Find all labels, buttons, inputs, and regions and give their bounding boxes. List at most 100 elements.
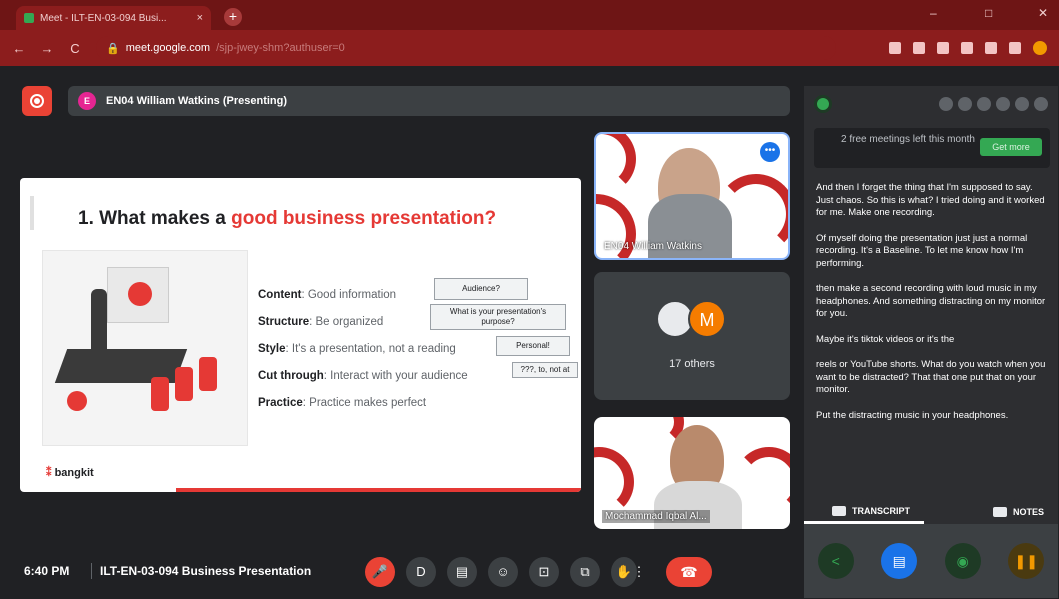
participant-tile-student[interactable]: Mochammad Iqbal Al... <box>594 417 790 529</box>
slide-title-highlight: good business presentation? <box>231 208 497 229</box>
tab-title: Meet - ILT-EN-03-094 Busi... <box>40 12 167 24</box>
expand-icon[interactable] <box>1034 97 1048 111</box>
panel-actions: < ▤ ◉ ❚❚ <box>804 524 1058 598</box>
pause-icon[interactable]: ❚❚ <box>1008 543 1045 579</box>
chart-board-illustration <box>107 267 169 323</box>
participant-tile-others[interactable]: M 17 others <box>594 272 790 400</box>
decor-arc <box>594 447 634 517</box>
transcript-line: And then I forget the thing that I'm sup… <box>816 182 1045 218</box>
transcript-line: reels or YouTube shorts. What do you wat… <box>816 359 1046 395</box>
panel-icons <box>939 97 1048 111</box>
new-tab-button[interactable]: + <box>224 8 242 26</box>
chair-illustration <box>151 377 169 411</box>
meeting-name: ILT-EN-03-094 Business Presentation <box>100 564 312 578</box>
browser-chrome: Meet - ILT-EN-03-094 Busi... × + – □ ✕ ←… <box>0 0 1059 66</box>
bullet-style: Style: It's a presentation, not a readin… <box>258 343 456 355</box>
divider <box>91 563 92 579</box>
url-host: meet.google.com <box>125 42 211 54</box>
sticky-note: Audience? <box>434 278 528 300</box>
meet-favicon-icon <box>24 13 34 23</box>
tab-close-icon[interactable]: × <box>197 12 203 24</box>
puzzle-icon[interactable] <box>985 42 997 54</box>
others-count: 17 others <box>669 358 715 370</box>
mic-off-button[interactable]: 🎤 <box>365 557 395 587</box>
forward-button[interactable]: → <box>40 41 54 56</box>
present-button[interactable]: ⊡ <box>529 557 559 587</box>
minimize-button[interactable]: – <box>930 6 937 20</box>
notes-icon <box>992 507 1007 517</box>
share-icon[interactable]: < <box>817 543 854 579</box>
home-icon[interactable] <box>939 97 953 111</box>
slide-red-underline <box>176 488 581 492</box>
extension-icon[interactable] <box>961 42 973 54</box>
slide-bullets: Content: Good information Structure: Be … <box>258 282 468 417</box>
panel-header <box>804 86 1058 122</box>
document-icon[interactable]: ▤ <box>881 543 918 579</box>
bookmark-star-icon[interactable] <box>937 42 949 54</box>
presenter-avatar: E <box>78 92 96 110</box>
reactions-button[interactable]: ☺ <box>488 557 518 587</box>
extension-icon[interactable] <box>913 42 925 54</box>
reload-button[interactable]: C <box>68 41 82 56</box>
present-icon <box>30 94 44 108</box>
profile-avatar[interactable] <box>1033 41 1047 55</box>
activities-button[interactable]: ⧉ <box>570 557 600 587</box>
extension-icon[interactable] <box>889 42 901 54</box>
camera-button[interactable]: D <box>406 557 436 587</box>
more-options-button[interactable]: ⋮ <box>626 557 652 587</box>
transcript-line: Put the distracting music in your headph… <box>816 409 1009 421</box>
chair-illustration <box>175 367 193 401</box>
sidebar-icon[interactable] <box>1009 42 1021 54</box>
stop-presenting-button[interactable] <box>22 86 52 116</box>
slide-title-prefix: 1. What makes a <box>78 208 232 229</box>
lock-icon: 🔒 <box>106 42 120 55</box>
presenter-label: EN04 William Watkins (Presenting) <box>106 95 288 107</box>
tab-strip: Meet - ILT-EN-03-094 Busi... × + – □ ✕ <box>0 0 1059 30</box>
transcript-icon <box>832 505 846 516</box>
captions-button[interactable]: ▤ <box>447 557 477 587</box>
transcript-panel: 2 free meetings left this month Get more… <box>804 86 1058 598</box>
sticky-note: What is your presentation's purpose? <box>430 304 566 330</box>
transcript-line: then make a second recording with loud m… <box>816 283 1046 319</box>
end-call-button[interactable]: ☎ <box>666 557 712 587</box>
camera-icon[interactable]: ◉ <box>944 543 981 579</box>
slide-title: 1. What makes a good business presentati… <box>78 208 496 230</box>
get-more-button[interactable]: Get more <box>980 138 1042 156</box>
chair-illustration <box>199 357 217 391</box>
url-input[interactable]: 🔒 meet.google.com/sjp-jwey-shm?authuser=… <box>96 36 836 60</box>
tab-transcript[interactable]: TRANSCRIPT <box>804 500 924 524</box>
meeting-clock: 6:40 PM <box>24 564 70 578</box>
restore-button[interactable]: □ <box>985 6 992 20</box>
back-button[interactable]: ← <box>12 41 26 56</box>
sticky-note: ???, to, not at <box>512 362 578 378</box>
slide-accent-bar <box>30 196 34 230</box>
promo-text: 2 free meetings left this month <box>841 134 975 145</box>
close-window-button[interactable]: ✕ <box>1038 6 1048 20</box>
sticky-note: Personal! <box>496 336 570 356</box>
extensions-area <box>889 41 1047 55</box>
address-bar-row: ← → C 🔒 meet.google.com/sjp-jwey-shm?aut… <box>0 30 1059 66</box>
others-avatars: M <box>656 300 726 338</box>
bangkit-logo: ⁑ bangkit <box>46 467 94 479</box>
presenter-bar: E EN04 William Watkins (Presenting) <box>68 86 790 116</box>
bullet-cut-through: Cut through: Interact with your audience <box>258 370 468 382</box>
save-icon[interactable] <box>958 97 972 111</box>
settings-icon[interactable] <box>996 97 1010 111</box>
browser-tab[interactable]: Meet - ILT-EN-03-094 Busi... × <box>16 6 211 30</box>
refresh-icon[interactable] <box>977 97 991 111</box>
presentation-illustration <box>42 250 248 446</box>
participant-tile-presenter[interactable]: ••• EN04 William Watkins <box>594 132 790 260</box>
participant-name: Mochammad Iqbal Al... <box>602 510 710 523</box>
participant-avatar: M <box>688 300 726 338</box>
transcript-line: Of myself doing the presentation just ju… <box>816 232 1028 269</box>
url-path: /sjp-jwey-shm?authuser=0 <box>216 42 345 54</box>
participant-name: EN04 William Watkins <box>604 241 702 252</box>
transcript-line: Maybe it's tiktok videos or it's the <box>816 333 955 345</box>
decor-arc <box>734 447 790 517</box>
bullet-practice: Practice: Practice makes perfect <box>258 397 427 409</box>
decor-arc <box>596 134 636 194</box>
more-options-icon[interactable]: ••• <box>760 142 780 162</box>
shared-slide: 1. What makes a good business presentati… <box>20 178 581 492</box>
tab-notes[interactable]: NOTES <box>924 500 1058 524</box>
help-icon[interactable] <box>1015 97 1029 111</box>
